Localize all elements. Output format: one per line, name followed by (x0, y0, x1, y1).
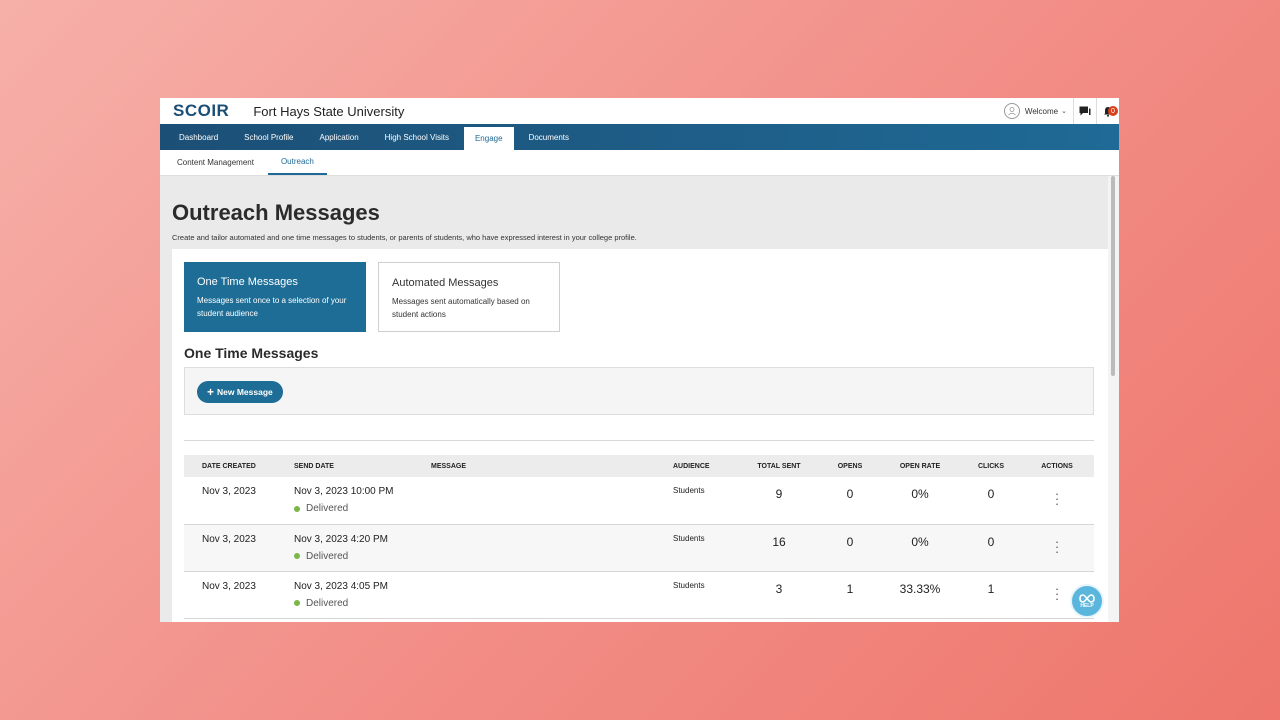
bell-icon[interactable]: 0 (1097, 98, 1119, 124)
clicks: 1 (987, 581, 995, 596)
status: Delivered (294, 551, 413, 562)
send-date: Nov 3, 2023 4:05 PM (294, 580, 388, 592)
status-label: Delivered (306, 550, 349, 562)
infinity-icon (1079, 593, 1095, 603)
status: Delivered (294, 503, 413, 514)
col-message[interactable]: MESSAGE (413, 455, 669, 477)
date-created: Nov 3, 2023 (202, 533, 256, 545)
one-time-messages-card[interactable]: One Time Messages Messages sent once to … (184, 262, 366, 332)
open-rate: 0% (911, 534, 929, 549)
scrollbar[interactable] (1108, 176, 1119, 622)
messages-panel: One Time Messages Messages sent once to … (172, 249, 1108, 622)
divider (184, 440, 1094, 441)
browser-window: SCOIR Fort Hays State University Welcome… (160, 98, 1119, 622)
scrollbar-thumb[interactable] (1111, 176, 1115, 376)
user-avatar-icon[interactable] (1003, 103, 1020, 119)
date-created: Nov 3, 2023 (202, 580, 256, 592)
status-dot-icon (294, 505, 300, 512)
chevron-down-icon[interactable]: ⌄ (1061, 107, 1067, 115)
status: Delivered (294, 598, 413, 609)
main-nav: Dashboard School Profile Application Hig… (160, 124, 1119, 150)
col-opens[interactable]: OPENS (822, 455, 878, 477)
col-audience[interactable]: AUDIENCE (669, 455, 736, 477)
opens: 1 (846, 581, 854, 596)
status-dot-icon (294, 600, 300, 606)
page-title: Outreach Messages (172, 200, 380, 225)
send-date-cell: Nov 3, 2023 4:05 PM Delivered (276, 571, 413, 618)
top-bar: SCOIR Fort Hays State University Welcome… (160, 98, 1119, 124)
send-date-cell: Nov 3, 2023 10:00 PM Delivered (276, 477, 413, 524)
main-content: Outreach Messages Create and tailor auto… (160, 176, 1108, 622)
tab-outreach[interactable]: Outreach (267, 150, 327, 175)
col-open-rate[interactable]: OPEN RATE (878, 455, 962, 477)
sub-nav: Content Management Outreach (160, 150, 1119, 176)
col-actions: ACTIONS (1041, 462, 1073, 470)
open-rate: 33.33% (899, 581, 941, 596)
kebab-menu-icon[interactable]: · · · (1051, 581, 1063, 605)
clicks: 0 (987, 534, 995, 549)
audience: Students (673, 533, 705, 543)
table-header: DATE CREATED SEND DATE MESSAGE AUDIENCE … (184, 455, 1094, 477)
total-sent: 9 (775, 487, 783, 501)
opens: 0 (846, 487, 854, 501)
col-total-sent[interactable]: TOTAL SENT (736, 455, 822, 477)
nav-dashboard[interactable]: Dashboard (168, 124, 229, 150)
messages-table: DATE CREATED SEND DATE MESSAGE AUDIENCE … (184, 455, 1094, 619)
send-date-cell: Nov 3, 2023 4:20 PM Delivered (276, 524, 413, 571)
nav-high-school-visits[interactable]: High School Visits (374, 124, 460, 150)
card-title: Automated Messages (392, 277, 499, 289)
audience: Students (673, 580, 705, 590)
col-send-date[interactable]: SEND DATE (276, 455, 413, 477)
kebab-menu-icon[interactable]: · · · (1051, 486, 1063, 510)
message[interactable] (413, 571, 669, 618)
actions-cell: · · · (1020, 477, 1094, 524)
automated-messages-card[interactable]: Automated Messages Messages sent automat… (378, 262, 560, 332)
help-label: HELP (1080, 602, 1094, 609)
action-bar: + New Message (184, 367, 1094, 415)
send-date: Nov 3, 2023 10:00 PM (294, 486, 394, 497)
new-message-button[interactable]: + New Message (197, 381, 283, 403)
status-label: Delivered (306, 597, 349, 609)
section-title: One Time Messages (184, 345, 319, 361)
tab-content-management[interactable]: Content Management (177, 150, 254, 175)
message[interactable] (413, 524, 669, 571)
actions-cell: · · · (1020, 524, 1094, 571)
nav-documents[interactable]: Documents (518, 124, 580, 150)
table-row[interactable]: Nov 3, 2023 Nov 3, 2023 10:00 PM Deliver… (184, 477, 1094, 524)
status-dot-icon (294, 553, 300, 559)
card-title: One Time Messages (197, 276, 298, 288)
plus-icon: + (207, 385, 215, 399)
messages-icon[interactable] (1074, 98, 1096, 124)
send-date: Nov 3, 2023 4:20 PM (294, 533, 388, 545)
card-description: Messages sent once to a selection of you… (197, 296, 347, 318)
notification-badge: 0 (1108, 106, 1118, 116)
help-button[interactable]: HELP (1070, 584, 1104, 618)
status-label: Delivered (306, 503, 349, 514)
nav-engage[interactable]: Engage (463, 127, 514, 150)
open-rate: 0% (911, 487, 929, 501)
scoir-logo[interactable]: SCOIR (173, 101, 229, 121)
nav-school-profile[interactable]: School Profile (233, 124, 304, 150)
nav-application[interactable]: Application (309, 124, 370, 150)
message[interactable] (413, 477, 669, 524)
opens: 0 (846, 534, 854, 549)
card-description: Messages sent automatically based on stu… (392, 297, 530, 319)
col-date-created[interactable]: DATE CREATED (184, 455, 276, 477)
col-clicks[interactable]: CLICKS (962, 455, 1020, 477)
new-message-label: New Message (217, 387, 273, 397)
date-created: Nov 3, 2023 (202, 486, 256, 497)
audience: Students (673, 486, 705, 495)
kebab-menu-icon[interactable]: · · · (1051, 534, 1063, 558)
table-row[interactable]: Nov 3, 2023 Nov 3, 2023 4:05 PM Delivere… (184, 571, 1094, 618)
table-row[interactable]: Nov 3, 2023 Nov 3, 2023 4:20 PM Delivere… (184, 524, 1094, 571)
school-name: Fort Hays State University (253, 103, 405, 119)
clicks: 0 (987, 487, 995, 501)
welcome-menu[interactable]: Welcome (1025, 107, 1058, 116)
top-bar-right: Welcome ⌄ 0 (1003, 98, 1119, 124)
total-sent: 3 (775, 581, 783, 596)
total-sent: 16 (772, 534, 786, 549)
page-description: Create and tailor automated and one time… (172, 233, 637, 242)
